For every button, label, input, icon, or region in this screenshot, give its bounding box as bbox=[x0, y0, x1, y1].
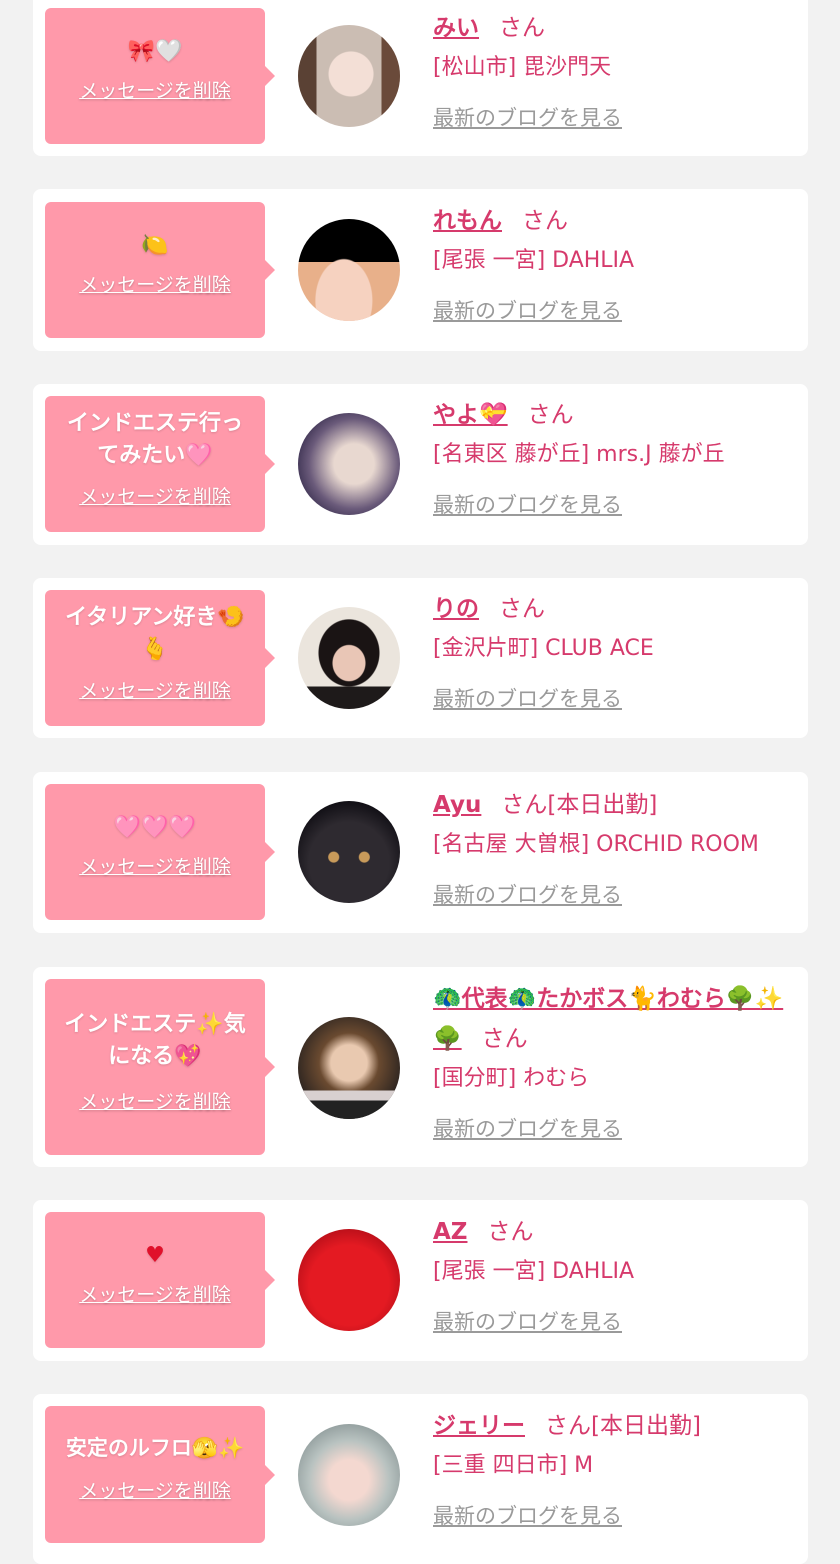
name-line: りの さん bbox=[433, 589, 798, 629]
message-bubble: 安定のルフロ🫣✨ メッセージを削除 bbox=[45, 1406, 275, 1543]
message-card: インドエステ✨気になる💖 メッセージを削除 🦚代表🦚たかボス🐈わむら🌳✨🌳 さん … bbox=[33, 967, 808, 1167]
profile-info: Ayu さん[本日出勤] [名古屋 大曽根] ORCHID ROOM 最新のブログ… bbox=[433, 785, 798, 909]
latest-blog-link[interactable]: 最新のブログを見る bbox=[433, 1500, 622, 1530]
profile-name-link[interactable]: やよ💝 bbox=[433, 402, 508, 428]
latest-blog-link[interactable]: 最新のブログを見る bbox=[433, 1306, 622, 1336]
avatar[interactable] bbox=[298, 25, 400, 127]
latest-blog-link[interactable]: 最新のブログを見る bbox=[433, 102, 622, 132]
avatar[interactable] bbox=[298, 801, 400, 903]
message-bubble: インドエステ行ってみたい🩷 メッセージを削除 bbox=[45, 396, 275, 532]
name-line: みい さん bbox=[433, 8, 798, 48]
message-text: 🩷🩷🩷 bbox=[113, 815, 197, 840]
message-bubble: 🎀🤍 メッセージを削除 bbox=[45, 8, 275, 144]
honorific-suffix: さん bbox=[487, 1219, 534, 1245]
shop-location: [名古屋 大曽根] ORCHID ROOM bbox=[433, 832, 759, 857]
avatar[interactable] bbox=[298, 219, 400, 321]
delete-message-link[interactable]: メッセージを削除 bbox=[45, 676, 265, 703]
delete-message-link[interactable]: メッセージを削除 bbox=[45, 76, 265, 103]
message-card: イタリアン好き🍤🫰 メッセージを削除 りの さん [金沢片町] CLUB ACE … bbox=[33, 578, 808, 738]
message-bubble: ♥ メッセージを削除 bbox=[45, 1212, 275, 1348]
shop-location: [松山市] 毘沙門天 bbox=[433, 55, 612, 80]
profile-info: AZ さん [尾張 一宮] DAHLIA 最新のブログを見る bbox=[433, 1212, 798, 1336]
message-card: ♥ メッセージを削除 AZ さん [尾張 一宮] DAHLIA 最新のブログを見る bbox=[33, 1200, 808, 1361]
profile-info: 🦚代表🦚たかボス🐈わむら🌳✨🌳 さん [国分町] わむら 最新のブログを見る bbox=[433, 979, 798, 1143]
avatar[interactable] bbox=[298, 413, 400, 515]
latest-blog-link[interactable]: 最新のブログを見る bbox=[433, 295, 622, 325]
delete-message-link[interactable]: メッセージを削除 bbox=[45, 852, 265, 879]
name-line: ジェリー さん[本日出勤] bbox=[433, 1406, 798, 1446]
honorific-suffix: さん bbox=[522, 208, 568, 234]
shop-location: [尾張 一宮] DAHLIA bbox=[433, 1259, 635, 1284]
latest-blog-link[interactable]: 最新のブログを見る bbox=[433, 489, 622, 519]
avatar[interactable] bbox=[298, 1229, 400, 1331]
shop-location: [金沢片町] CLUB ACE bbox=[433, 636, 654, 661]
message-bubble: インドエステ✨気になる💖 メッセージを削除 bbox=[45, 979, 275, 1155]
profile-info: ジェリー さん[本日出勤] [三重 四日市] M 最新のブログを見る bbox=[433, 1406, 798, 1530]
profile-name-link[interactable]: みい bbox=[433, 15, 479, 41]
profile-name-link[interactable]: ジェリー bbox=[433, 1413, 525, 1439]
message-bubble: イタリアン好き🍤🫰 メッセージを削除 bbox=[45, 590, 275, 726]
shop-location: [名東区 藤が丘] mrs.J 藤が丘 bbox=[433, 442, 725, 467]
latest-blog-link[interactable]: 最新のブログを見る bbox=[433, 1113, 622, 1143]
avatar[interactable] bbox=[298, 1017, 400, 1119]
message-text: イタリアン好き🍤🫰 bbox=[65, 605, 245, 662]
message-bubble: 🩷🩷🩷 メッセージを削除 bbox=[45, 784, 275, 920]
message-text: 🍋 bbox=[141, 233, 169, 258]
profile-info: れもん さん [尾張 一宮] DAHLIA 最新のブログを見る bbox=[433, 201, 798, 325]
honorific-suffix: さん bbox=[499, 15, 545, 41]
profile-name-link[interactable]: りの bbox=[433, 596, 479, 622]
delete-message-link[interactable]: メッセージを削除 bbox=[45, 482, 265, 509]
message-card: 🍋 メッセージを削除 れもん さん [尾張 一宮] DAHLIA 最新のブログを見… bbox=[33, 189, 808, 351]
profile-info: やよ💝 さん [名東区 藤が丘] mrs.J 藤が丘 最新のブログを見る bbox=[433, 395, 798, 519]
delete-message-link[interactable]: メッセージを削除 bbox=[45, 1280, 265, 1307]
name-line: 🦚代表🦚たかボス🐈わむら🌳✨🌳 さん bbox=[433, 979, 798, 1059]
message-text: ♥ bbox=[145, 1243, 165, 1268]
name-line: れもん さん bbox=[433, 201, 798, 241]
honorific-suffix: さん[本日出勤] bbox=[501, 792, 658, 818]
message-text: インドエステ✨気になる💖 bbox=[64, 1012, 246, 1069]
name-line: Ayu さん[本日出勤] bbox=[433, 785, 798, 825]
avatar[interactable] bbox=[298, 607, 400, 709]
delete-message-link[interactable]: メッセージを削除 bbox=[45, 270, 265, 297]
profile-info: りの さん [金沢片町] CLUB ACE 最新のブログを見る bbox=[433, 589, 798, 713]
name-line: やよ💝 さん bbox=[433, 395, 798, 435]
message-card: 🎀🤍 メッセージを削除 みい さん [松山市] 毘沙門天 最新のブログを見る bbox=[33, 0, 808, 156]
message-card: 🩷🩷🩷 メッセージを削除 Ayu さん[本日出勤] [名古屋 大曽根] ORCHI… bbox=[33, 772, 808, 933]
delete-message-link[interactable]: メッセージを削除 bbox=[45, 1087, 265, 1114]
honorific-suffix: さん bbox=[527, 402, 574, 428]
message-bubble: 🍋 メッセージを削除 bbox=[45, 202, 275, 338]
message-text: 安定のルフロ🫣✨ bbox=[65, 1436, 245, 1460]
latest-blog-link[interactable]: 最新のブログを見る bbox=[433, 879, 622, 909]
delete-message-link[interactable]: メッセージを削除 bbox=[45, 1476, 265, 1503]
message-card: 安定のルフロ🫣✨ メッセージを削除 ジェリー さん[本日出勤] [三重 四日市] … bbox=[33, 1394, 808, 1564]
profile-name-link[interactable]: Ayu bbox=[433, 792, 481, 818]
honorific-suffix: さん bbox=[499, 596, 545, 622]
shop-location: [三重 四日市] M bbox=[433, 1453, 594, 1478]
shop-location: [尾張 一宮] DAHLIA bbox=[433, 248, 635, 273]
shop-location: [国分町] わむら bbox=[433, 1066, 590, 1091]
message-text: インドエステ行ってみたい🩷 bbox=[66, 411, 243, 468]
honorific-suffix: さん bbox=[481, 1026, 528, 1052]
message-card: インドエステ行ってみたい🩷 メッセージを削除 やよ💝 さん [名東区 藤が丘] m… bbox=[33, 384, 808, 545]
profile-info: みい さん [松山市] 毘沙門天 最新のブログを見る bbox=[433, 8, 798, 132]
profile-name-link[interactable]: AZ bbox=[433, 1219, 467, 1245]
latest-blog-link[interactable]: 最新のブログを見る bbox=[433, 683, 622, 713]
honorific-suffix: さん[本日出勤] bbox=[545, 1413, 701, 1439]
message-text: 🎀🤍 bbox=[127, 39, 183, 64]
profile-name-link[interactable]: れもん bbox=[433, 208, 502, 234]
avatar[interactable] bbox=[298, 1424, 400, 1526]
name-line: AZ さん bbox=[433, 1212, 798, 1252]
